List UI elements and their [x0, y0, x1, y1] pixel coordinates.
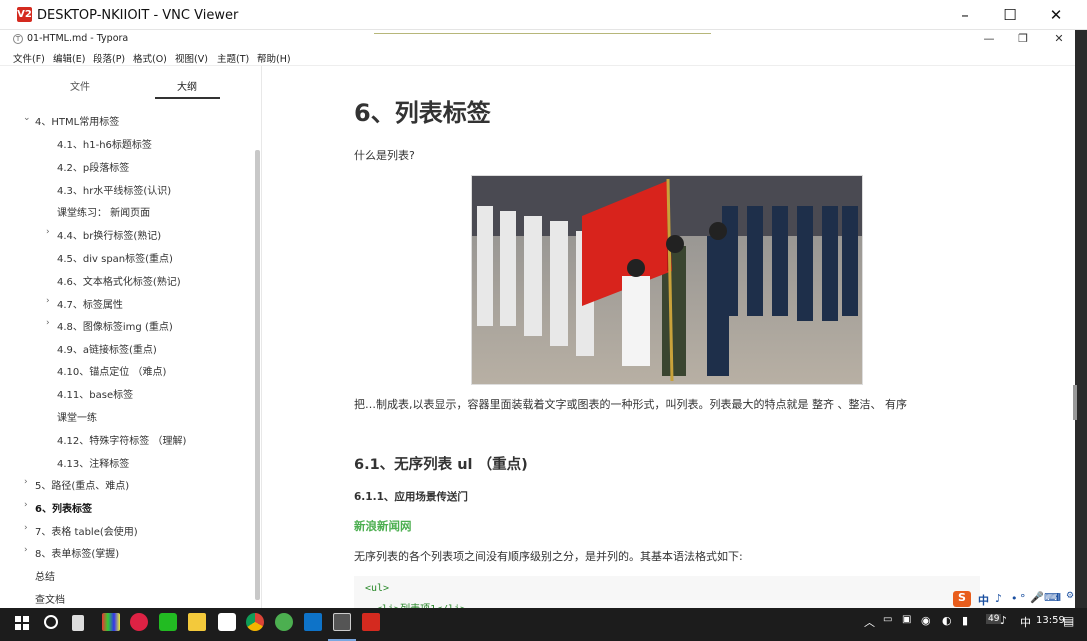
chevron-right-icon[interactable]: › [46, 318, 50, 328]
menu-edit[interactable]: 编辑(E) [53, 51, 85, 65]
lang-indicator[interactable]: 中 [1020, 614, 1031, 630]
content-top-border [374, 30, 711, 34]
menu-paragraph[interactable]: 段落(P) [93, 51, 125, 65]
code-line-ul: <ul> [365, 583, 390, 594]
heading-use-case: 6.1.1、应用场景传送门 [354, 491, 468, 503]
outline-item-4-10[interactable]: 4.10、锚点定位 （难点) [57, 363, 166, 378]
minimize-icon[interactable]: – [954, 4, 976, 26]
menu-format[interactable]: 格式(O) [133, 51, 167, 65]
monitor-icon[interactable]: ▣ [902, 614, 911, 625]
typora-restore-icon[interactable]: ❐ [1014, 31, 1032, 47]
color-app-icon[interactable] [102, 613, 120, 631]
outline-item-4-11[interactable]: 4.11、base标签 [57, 386, 133, 401]
outline-item-4-1[interactable]: 4.1、h1-h6标题标签 [57, 136, 152, 151]
outline-item-4[interactable]: 4、HTML常用标签 [35, 113, 119, 128]
outline-item-4-3[interactable]: 4.3、hr水平线标签(认识) [57, 182, 171, 197]
outline-item-4-7[interactable]: 4.7、标签属性 [57, 296, 123, 311]
vnc-task-icon[interactable] [362, 613, 380, 631]
app-icon-3[interactable] [218, 613, 236, 631]
ime-toolbox-icon[interactable]: Ⅱ [1056, 591, 1061, 604]
remote-desktop-background [1075, 30, 1087, 608]
clock[interactable]: 13:59 [1036, 615, 1065, 626]
typora-task-icon[interactable] [333, 613, 351, 631]
sidebar-scrollbar[interactable] [255, 150, 260, 600]
typora-close-icon[interactable]: ✕ [1050, 31, 1068, 47]
sound-icon[interactable]: ♪ [1000, 614, 1007, 627]
chevron-right-icon[interactable]: › [24, 545, 28, 555]
app-icon-1[interactable] [130, 613, 148, 631]
chevron-right-icon[interactable]: › [46, 296, 50, 306]
outline-item-4-2[interactable]: 4.2、p段落标签 [57, 159, 129, 174]
search-icon[interactable] [44, 615, 58, 629]
typora-window-title: 01-HTML.md - Typora [27, 33, 129, 44]
ime-moon-icon[interactable]: ♪ [995, 592, 1002, 605]
outline-item-4-8[interactable]: 4.8、图像标签img (重点) [57, 318, 173, 333]
calculator-icon[interactable] [72, 615, 84, 631]
outline-item-7[interactable]: 7、表格 table(会使用) [35, 523, 138, 538]
app-icon-4[interactable] [275, 613, 293, 631]
ime-tray-icon[interactable]: ◐ [942, 614, 952, 627]
tab-files[interactable]: 文件 [70, 78, 90, 93]
outline-item-summary[interactable]: 总结 [35, 568, 55, 583]
tray-chevron-icon[interactable]: ︿ [864, 614, 875, 630]
menu-theme[interactable]: 主题(T) [217, 51, 249, 65]
windows-start-icon[interactable] [15, 616, 29, 630]
ime-mic-icon[interactable]: 🎤 [1030, 591, 1044, 604]
sina-news-link[interactable]: 新浪新闻网 [354, 518, 412, 534]
ime-degree-icon[interactable]: ° [1020, 592, 1026, 605]
active-tab-indicator [155, 97, 220, 99]
app-icon-2[interactable] [159, 613, 177, 631]
typora-minimize-icon[interactable]: — [980, 31, 998, 47]
vscode-icon[interactable] [304, 613, 322, 631]
outline-item-docs[interactable]: 查文档 [35, 591, 65, 606]
ime-toolbar: S 中 ♪ • ° 🎤 ⌨ Ⅱ ⚙ [950, 589, 1075, 609]
ime-chinese-mode-icon[interactable]: 中 [978, 592, 989, 608]
outline-item-4-5[interactable]: 4.5、div span标签(重点) [57, 250, 173, 265]
paragraph-what-is-list: 什么是列表? [354, 149, 415, 162]
wifi-icon[interactable]: ◉ [921, 614, 931, 627]
tab-outline[interactable]: 大纲 [177, 78, 197, 93]
notification-icon[interactable]: ▤ [1063, 614, 1074, 628]
typora-app-icon: T [13, 34, 23, 44]
network-icon[interactable]: ▭ [883, 614, 892, 625]
outline-item-8[interactable]: 8、表单标签(掌握) [35, 545, 119, 560]
menu-file[interactable]: 文件(F) [13, 51, 45, 65]
outline-item-4-6[interactable]: 4.6、文本格式化标签(熟记) [57, 273, 181, 288]
file-explorer-icon[interactable] [188, 613, 206, 631]
paragraph-ul-syntax: 无序列表的各个列表项之间没有顺序级别之分，是并列的。其基本语法格式如下: [354, 550, 743, 563]
outline-item-4-4[interactable]: 4.4、br换行标签(熟记) [57, 227, 161, 242]
chrome-icon[interactable] [246, 613, 264, 631]
heading-unordered-list: 6.1、无序列表 ul （重点) [354, 457, 528, 473]
ime-settings-icon[interactable]: ⚙ [1066, 591, 1074, 601]
chevron-right-icon[interactable]: › [24, 477, 28, 487]
outline-item-6[interactable]: 6、列表标签 [35, 500, 92, 515]
outline-item-4-12[interactable]: 4.12、特殊字符标签 （理解) [57, 432, 186, 447]
outline-item-5[interactable]: 5、路径(重点、难点) [35, 477, 129, 492]
content-scrollbar[interactable] [1073, 385, 1077, 420]
ime-punct-icon[interactable]: • [1011, 592, 1018, 605]
chevron-right-icon[interactable]: › [46, 227, 50, 237]
vnc-window-title: DESKTOP-NKIIOIT - VNC Viewer [37, 8, 239, 23]
menu-view[interactable]: 视图(V) [175, 51, 208, 65]
parade-image [471, 175, 863, 385]
sogou-ime-icon[interactable]: S [953, 591, 971, 607]
vnc-logo-icon: V2 [17, 7, 32, 22]
outline-item-4-9[interactable]: 4.9、a链接标签(重点) [57, 341, 157, 356]
maximize-icon[interactable]: ☐ [999, 4, 1021, 26]
close-icon[interactable]: ✕ [1045, 4, 1067, 26]
heading-h1: 6、列表标签 [354, 99, 491, 127]
chevron-right-icon[interactable]: › [24, 500, 28, 510]
chevron-down-icon[interactable]: ⌄ [23, 113, 31, 123]
tray-app-icon[interactable]: ▮ [962, 614, 968, 627]
chevron-right-icon[interactable]: › [24, 523, 28, 533]
outline-item-practice[interactable]: 课堂一练 [57, 409, 97, 424]
menu-help[interactable]: 帮助(H) [257, 51, 291, 65]
code-block[interactable]: <ul> <li>列表项1</li> [354, 576, 980, 615]
paragraph-list-definition: 把…制成表,以表显示，容器里面装载着文字或图表的一种形式，叫列表。列表最大的特点… [354, 398, 907, 411]
outline-item-4-13[interactable]: 4.13、注释标签 [57, 455, 129, 470]
outline-item-exercise[interactable]: 课堂练习： 新闻页面 [57, 204, 150, 219]
